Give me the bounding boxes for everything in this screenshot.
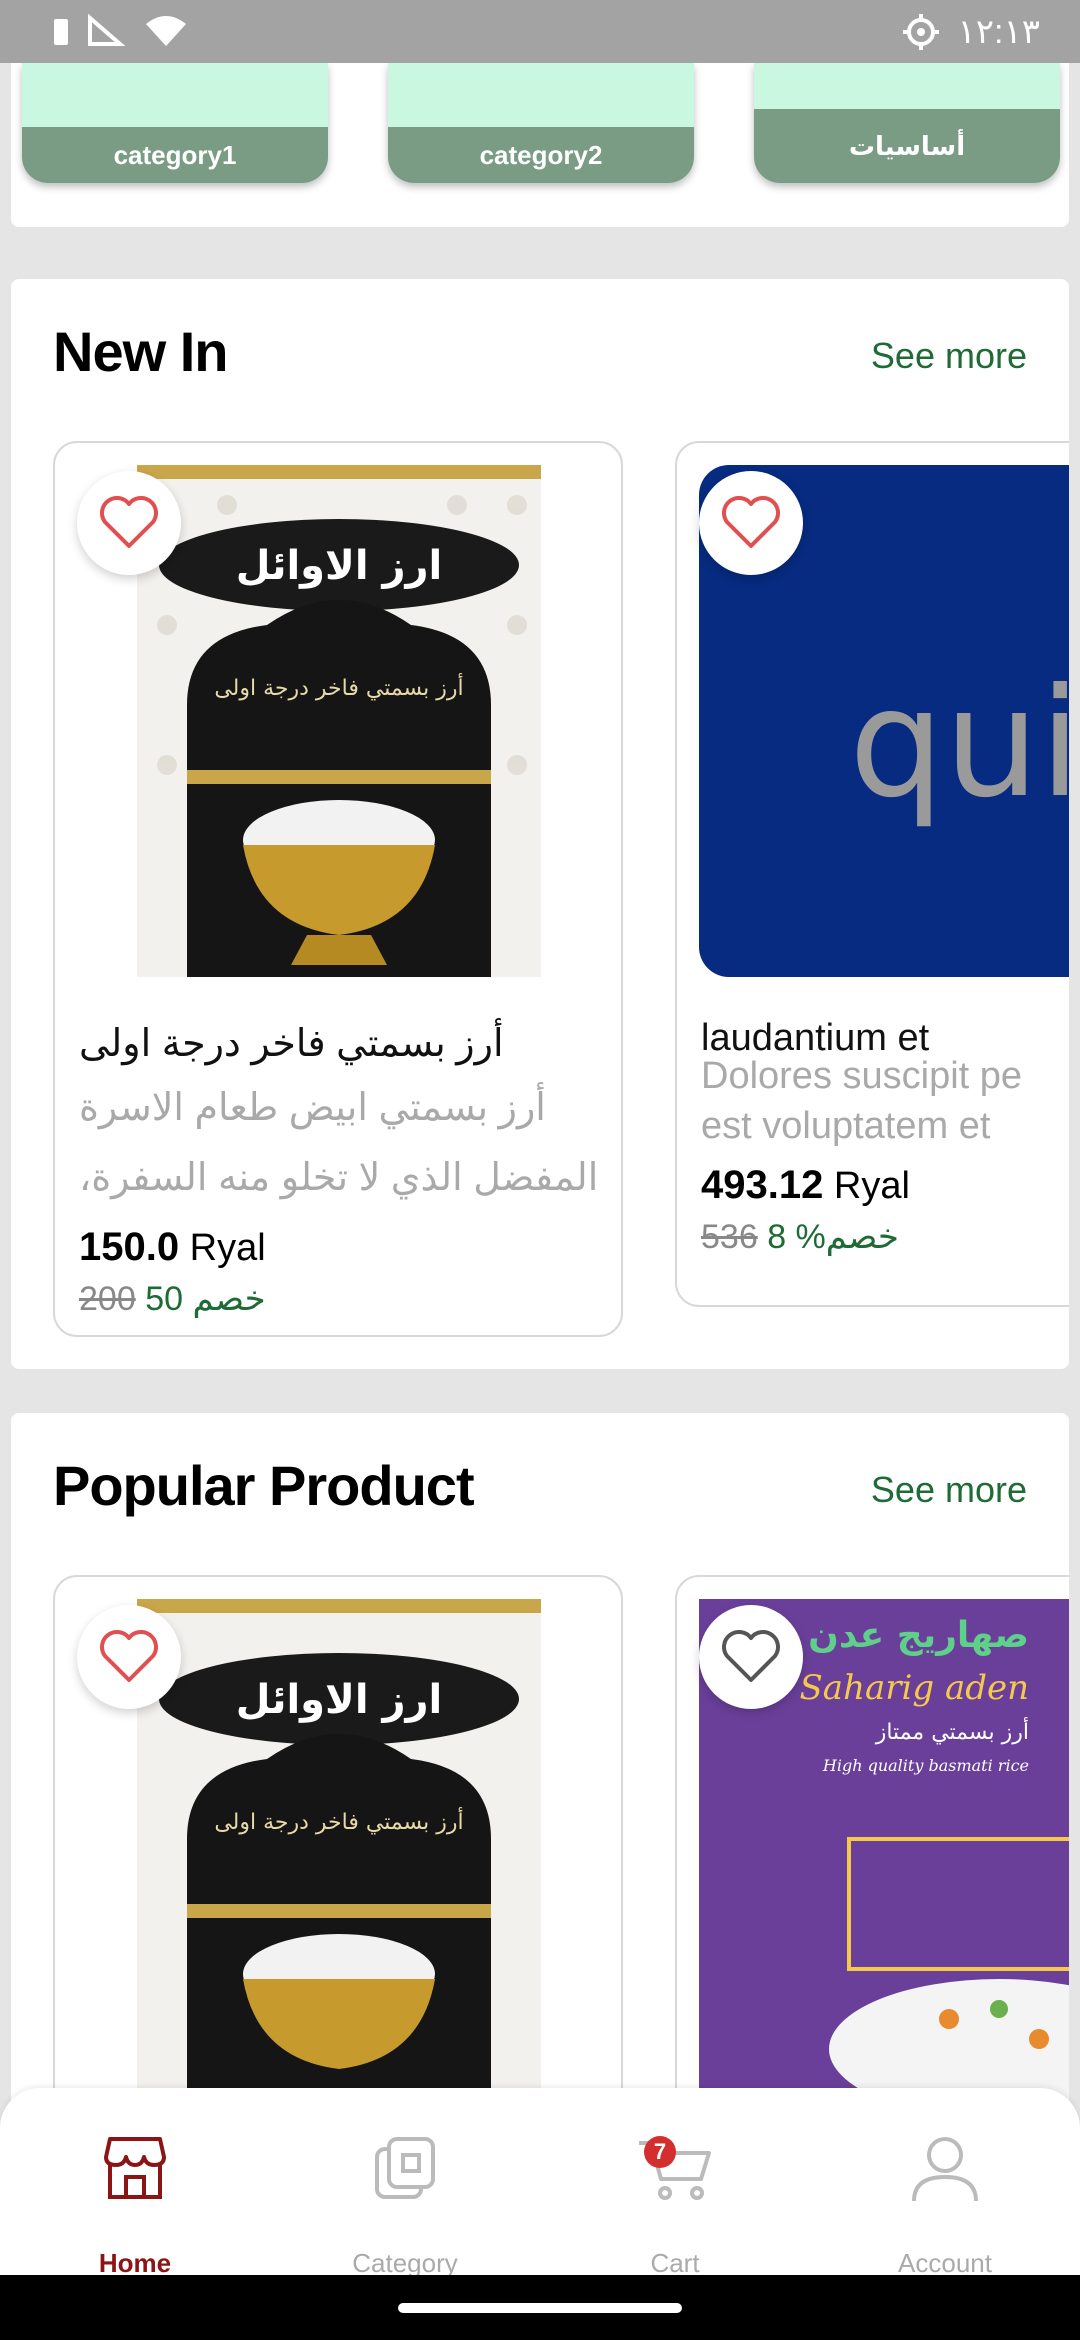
category-card-3[interactable]: أساسيات [754,63,1060,183]
favorite-button[interactable] [77,471,181,575]
product-desc-line2: المفضل الذي لا تخلو منه السفرة، [79,1157,599,1199]
product-card[interactable]: ارز الاوائل أرز بسمتي فاخر درجة اولى [53,1575,623,2113]
nav-item-account[interactable]: Account [810,2088,1080,2278]
see-more-link[interactable]: See more [871,335,1027,377]
image-text: Saharig aden [800,1668,1029,1708]
category-label: category2 [388,127,694,183]
see-more-link[interactable]: See more [871,1469,1027,1511]
discount-badge: خصم% 8 [767,1218,899,1256]
account-icon [905,2128,985,2208]
product-card[interactable]: qui laudantium et Dolores suscipit pe es… [675,441,1069,1307]
status-bar: ١٢:١٣ [0,0,1080,63]
price-currency: Ryal [189,1227,266,1269]
product-card[interactable]: صهاريج عدن Saharig aden أرز بسمتي ممتاز … [675,1575,1069,2113]
cart-badge: 7 [644,2136,676,2168]
wifi-icon [146,16,186,46]
product-desc-line1: أرز بسمتي ابيض طعام الاسرة [79,1087,546,1129]
heart-icon [722,1630,780,1682]
nav-item-cart[interactable]: 7 Cart [540,2088,810,2278]
cart-icon [635,2128,715,2208]
product-discount-row: 536 خصم% 8 [701,1217,899,1257]
sim-icon [88,14,126,46]
rice-sub-text: أرز بسمتي فاخر درجة اولى [214,1807,463,1835]
product-discount-row: 200 خصم 50 [79,1279,266,1319]
status-icons [54,14,188,48]
section-title: New In [53,320,228,383]
product-card[interactable]: ارز الاوائل أرز بسمتي فاخر درجة اولى أرز… [53,441,623,1337]
status-right: ١٢:١٣ [902,12,1041,52]
product-price: 493.12 Ryal [701,1163,910,1208]
nav-item-category[interactable]: Category [270,2088,540,2278]
category-card-1[interactable]: category1 [22,63,328,183]
product-desc-line2: est voluptatem et [701,1105,991,1147]
notification-icon [54,19,68,45]
status-time: ١٢:١٣ [957,13,1041,51]
rice-brand-text: ارز الاوائل [236,543,442,589]
price-value: 493.12 [701,1163,824,1207]
image-text: High quality basmati rice [822,1756,1029,1775]
heart-icon [722,496,780,548]
product-price: 150.0 Ryal [79,1225,266,1270]
bottom-nav: Home Category 7 Cart Account [0,2088,1080,2278]
home-indicator[interactable] [398,2303,682,2313]
system-nav-bar [0,2275,1080,2340]
image-text: qui [849,657,1069,831]
old-price: 200 [79,1280,136,1318]
image-text: صهاريج عدن [808,1615,1029,1656]
category-label: category1 [22,127,328,183]
heart-icon [100,1630,158,1682]
category-label: أساسيات [754,109,1060,183]
image-text: أرز بسمتي ممتاز [875,1717,1029,1745]
favorite-button[interactable] [699,1605,803,1709]
category-icon [365,2128,445,2208]
heart-icon [100,496,158,548]
old-price: 536 [701,1218,758,1256]
nav-item-home[interactable]: Home [0,2088,270,2278]
section-title: Popular Product [53,1454,475,1517]
new-in-section: New In See more ارز الاوائل أرز بسمتي فا… [11,279,1069,1369]
discount-badge: خصم 50 [145,1280,266,1318]
categories-strip: category1 category2 أساسيات [11,63,1069,227]
store-icon [95,2128,175,2208]
favorite-button[interactable] [77,1605,181,1709]
favorite-button[interactable] [699,471,803,575]
settings-icon [902,14,939,50]
rice-sub-text: أرز بسمتي فاخر درجة اولى [214,673,463,701]
price-value: 150.0 [79,1225,180,1269]
popular-section: Popular Product See more ارز الاوائل أرز… [11,1413,1069,2113]
rice-brand-text: ارز الاوائل [236,1677,442,1723]
category-card-2[interactable]: category2 [388,63,694,183]
price-currency: Ryal [833,1165,910,1207]
product-name: أرز بسمتي فاخر درجة اولى [79,1023,504,1065]
product-desc-line1: Dolores suscipit pe [701,1055,1023,1097]
